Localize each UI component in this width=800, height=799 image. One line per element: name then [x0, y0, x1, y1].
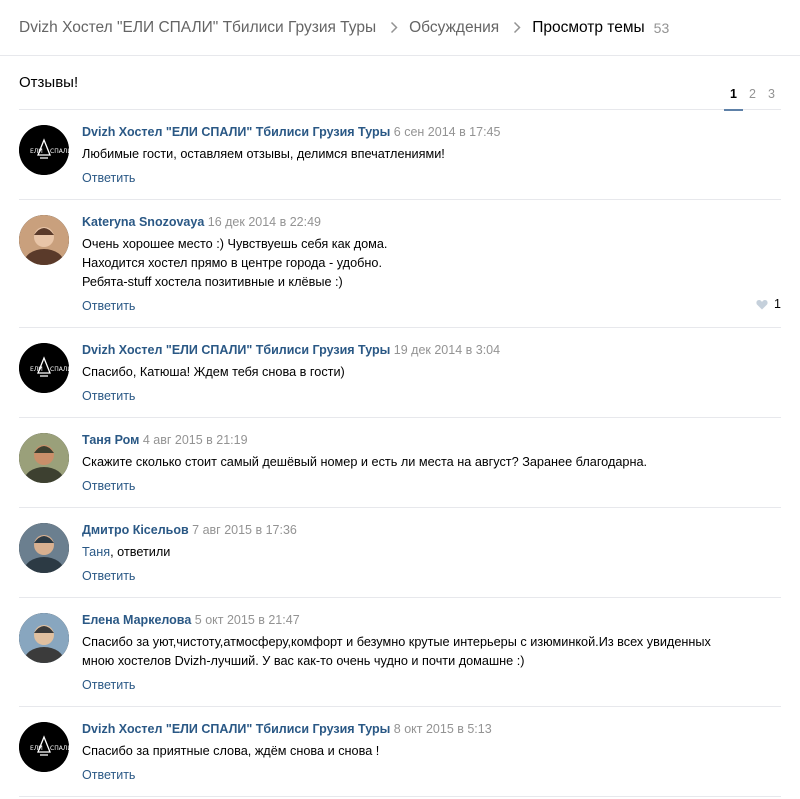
- like-button[interactable]: 1: [756, 297, 781, 311]
- reply-button[interactable]: Ответить: [82, 478, 135, 494]
- hostel-logo-avatar[interactable]: ЕЛИ СПАЛИ: [19, 343, 69, 393]
- post-list: ЕЛИ СПАЛИ Dvizh Хостел "ЕЛИ СПАЛИ" Тбилиси…: [0, 110, 800, 797]
- post-author-link[interactable]: Dvizh Хостел "ЕЛИ СПАЛИ" Тбилиси Грузия …: [82, 125, 390, 139]
- breadcrumb: Dvizh Хостел "ЕЛИ СПАЛИ" Тбилиси Грузия …: [0, 0, 800, 56]
- topic-title: Отзывы!: [19, 74, 79, 91]
- post-date[interactable]: 7 авг 2015 в 17:36: [192, 523, 297, 537]
- post-text-line: Спасибо, Катюша! Ждем тебя снова в гости…: [82, 365, 345, 379]
- post-author-link[interactable]: Дмитро Кісельов: [82, 523, 189, 537]
- reply-button[interactable]: Ответить: [82, 767, 135, 783]
- svg-text:СПАЛИ: СПАЛИ: [50, 148, 69, 155]
- pagination: 1 2 3: [724, 87, 781, 111]
- svg-text:СПАЛИ: СПАЛИ: [50, 366, 69, 373]
- reply-button[interactable]: Ответить: [82, 568, 135, 584]
- post-item: Елена Маркелова 5 окт 2015 в 21:47 Спасиб…: [19, 598, 781, 707]
- post-author-link[interactable]: Елена Маркелова: [82, 613, 191, 627]
- post-item: Kateryna Snozovaya 16 дек 2014 в 22:49 Оч…: [19, 200, 781, 328]
- heart-icon: [756, 299, 768, 309]
- breadcrumb-current: Просмотр темы: [532, 18, 645, 36]
- post-date[interactable]: 8 окт 2015 в 5:13: [394, 722, 492, 736]
- svg-text:СПАЛИ: СПАЛИ: [50, 745, 69, 752]
- post-text: Спасибо за приятные слова, ждём снова и …: [82, 742, 781, 761]
- post-text-line: мною хостелов Dvizh-лучший. У вас как-то…: [82, 654, 525, 668]
- post-date[interactable]: 4 авг 2015 в 21:19: [143, 433, 248, 447]
- post-item: Дмитро Кісельов 7 авг 2015 в 17:36 Таня, …: [19, 508, 781, 598]
- like-count: 1: [774, 297, 781, 311]
- chevron-right-icon: [390, 21, 398, 34]
- post-item: ЕЛИ СПАЛИ Dvizh Хостел "ЕЛИ СПАЛИ" Тбилиси…: [19, 707, 781, 797]
- hostel-logo-avatar[interactable]: ЕЛИ СПАЛИ: [19, 722, 69, 772]
- post-text-line: , ответили: [110, 545, 171, 559]
- post-author-link[interactable]: Dvizh Хостел "ЕЛИ СПАЛИ" Тбилиси Грузия …: [82, 722, 390, 736]
- post-date[interactable]: 5 окт 2015 в 21:47: [195, 613, 300, 627]
- post-text-line: Ребята-stuff хостела позитивные и клёвые…: [82, 275, 343, 289]
- post-item: ЕЛИ СПАЛИ Dvizh Хостел "ЕЛИ СПАЛИ" Тбилиси…: [19, 110, 781, 200]
- topic-header: Отзывы! 1 2 3: [19, 56, 781, 111]
- post-text-line: Очень хорошее место :) Чувствуешь себя к…: [82, 237, 388, 251]
- page-link-2[interactable]: 2: [743, 87, 762, 111]
- post-text: Скажите сколько стоит самый дешёвый номе…: [82, 453, 781, 472]
- post-text: Спасибо, Катюша! Ждем тебя снова в гости…: [82, 363, 781, 382]
- reply-button[interactable]: Ответить: [82, 677, 135, 693]
- user-avatar[interactable]: [19, 613, 69, 663]
- breadcrumb-discussions-link[interactable]: Обсуждения: [409, 19, 499, 37]
- svg-text:ЕЛИ: ЕЛИ: [30, 148, 43, 155]
- breadcrumb-group-link[interactable]: Dvizh Хостел "ЕЛИ СПАЛИ" Тбилиси Грузия …: [19, 19, 376, 37]
- post-text: Спасибо за уют,чистоту,атмосферу,комфорт…: [82, 633, 781, 671]
- user-avatar[interactable]: [19, 523, 69, 573]
- post-text: Таня, ответили: [82, 543, 781, 562]
- svg-text:ЕЛИ: ЕЛИ: [30, 745, 43, 752]
- post-text-line: Скажите сколько стоит самый дешёвый номе…: [82, 455, 648, 469]
- post-author-link[interactable]: Dvizh Хостел "ЕЛИ СПАЛИ" Тбилиси Грузия …: [82, 343, 390, 357]
- mention-link[interactable]: Таня: [82, 545, 110, 559]
- reply-button[interactable]: Ответить: [82, 298, 135, 314]
- page-link-3[interactable]: 3: [762, 87, 781, 111]
- post-text: Очень хорошее место :) Чувствуешь себя к…: [82, 235, 781, 292]
- post-text-line: Находится хостел прямо в центре города -…: [82, 256, 382, 270]
- svg-text:ЕЛИ: ЕЛИ: [30, 366, 43, 373]
- post-author-link[interactable]: Kateryna Snozovaya: [82, 215, 204, 229]
- user-avatar[interactable]: [19, 433, 69, 483]
- hostel-logo-avatar[interactable]: ЕЛИ СПАЛИ: [19, 125, 69, 175]
- chevron-right-icon: [513, 21, 521, 34]
- post-item: ЕЛИ СПАЛИ Dvizh Хостел "ЕЛИ СПАЛИ" Тбилиси…: [19, 328, 781, 418]
- page-link-1[interactable]: 1: [724, 87, 743, 111]
- post-date[interactable]: 6 сен 2014 в 17:45: [394, 125, 501, 139]
- post-item: Таня Ром 4 авг 2015 в 21:19 Скажите сколь…: [19, 418, 781, 508]
- user-avatar[interactable]: [19, 215, 69, 265]
- post-author-link[interactable]: Таня Ром: [82, 433, 139, 447]
- post-text: Любимые гости, оставляем отзывы, делимся…: [82, 145, 781, 164]
- post-date[interactable]: 16 дек 2014 в 22:49: [208, 215, 321, 229]
- post-text-line: Спасибо за уют,чистоту,атмосферу,комфорт…: [82, 635, 711, 649]
- post-text-line: Любимые гости, оставляем отзывы, делимся…: [82, 147, 445, 161]
- post-text-line: Спасибо за приятные слова, ждём снова и …: [82, 744, 380, 758]
- reply-button[interactable]: Ответить: [82, 170, 135, 186]
- reply-button[interactable]: Ответить: [82, 388, 135, 404]
- comment-count: 53: [653, 19, 670, 36]
- post-date[interactable]: 19 дек 2014 в 3:04: [394, 343, 500, 357]
